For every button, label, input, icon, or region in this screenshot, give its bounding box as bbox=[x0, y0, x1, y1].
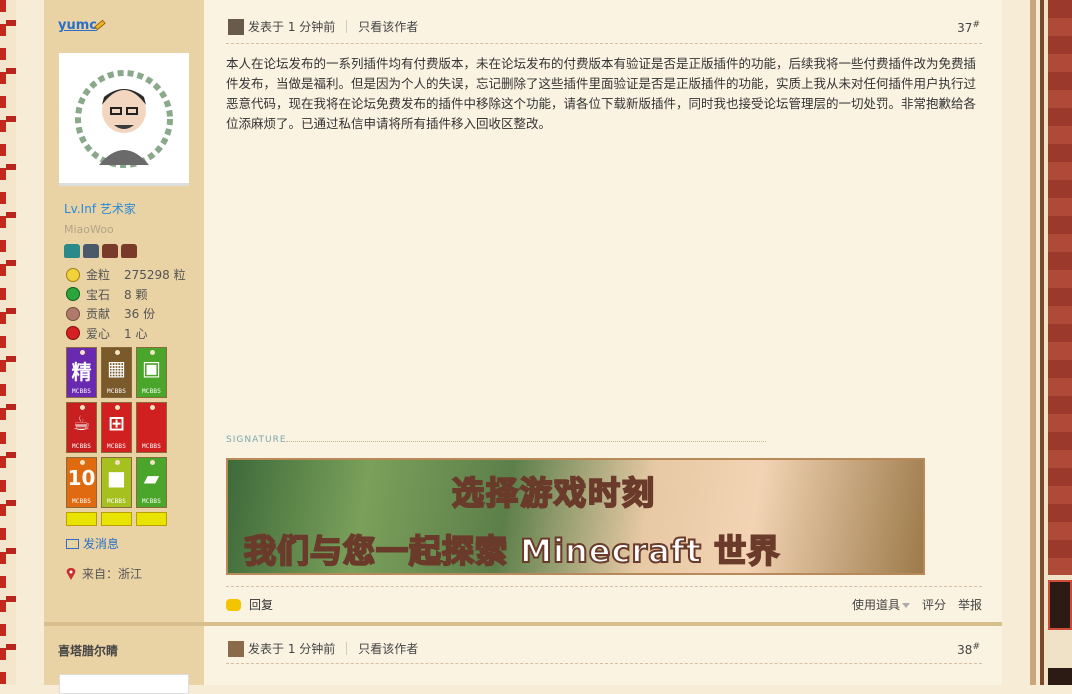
badge-item[interactable]: ▰ MCBBS bbox=[136, 457, 167, 508]
author-mini-avatar bbox=[228, 640, 244, 657]
author-avatar[interactable] bbox=[59, 53, 189, 186]
helmet-icon bbox=[121, 244, 137, 258]
post-content: 发表于 1 分钟前 只看该作者 38# bbox=[204, 626, 1002, 685]
author-username[interactable]: 喜塔腊尔睛 bbox=[58, 642, 118, 659]
helmet-icon bbox=[102, 244, 118, 258]
report-button[interactable]: 举报 bbox=[958, 596, 982, 613]
post-37: yumc Lv.Inf 艺术家 MiaoWoo 金粒 275298 粒 宝石 8… bbox=[44, 0, 1002, 622]
badge-item[interactable]: ■ MCBBS bbox=[101, 457, 132, 508]
reply-button[interactable]: 回复 bbox=[249, 596, 273, 613]
floor-number[interactable]: 37# bbox=[957, 20, 980, 35]
post-time: 发表于 1 分钟前 bbox=[248, 642, 336, 656]
post-38: 喜塔腊尔睛 发表于 1 分钟前 只看该作者 38# bbox=[44, 622, 1002, 694]
divider bbox=[226, 663, 982, 664]
badge-item[interactable]: 精 MCBBS bbox=[66, 347, 97, 398]
divider bbox=[226, 43, 982, 44]
medal-row bbox=[64, 244, 137, 258]
author-location: 来自： 浙江 bbox=[66, 565, 142, 582]
badge-item[interactable]: ▣ MCBBS bbox=[136, 347, 167, 398]
author-username[interactable]: yumc bbox=[58, 18, 97, 33]
author-stats: 金粒 275298 粒 宝石 8 颗 贡献 36 份 爱心 1 心 bbox=[66, 265, 186, 343]
only-author-link[interactable]: 只看该作者 bbox=[358, 18, 418, 35]
stat-heart: 爱心 1 心 bbox=[66, 324, 186, 344]
author-mini-avatar bbox=[228, 18, 244, 35]
badge-row-partial bbox=[66, 512, 167, 526]
apple-icon bbox=[66, 326, 80, 341]
only-author-link[interactable]: 只看该作者 bbox=[358, 640, 418, 657]
contribution-icon bbox=[66, 306, 80, 321]
badge-item[interactable]: ☕ MCBBS bbox=[66, 402, 97, 453]
signature-label: SIGNATURE bbox=[226, 435, 287, 445]
badge-item[interactable]: 10 MCBBS bbox=[66, 457, 97, 508]
gem-icon bbox=[66, 287, 80, 302]
stat-gem: 宝石 8 颗 bbox=[66, 285, 186, 305]
post-actions: 回复 使用道具 评分 举报 bbox=[226, 596, 982, 613]
badge-item[interactable]: ⊞ MCBBS bbox=[101, 402, 132, 453]
rate-button[interactable]: 评分 bbox=[922, 596, 946, 613]
author-sidebar: yumc Lv.Inf 艺术家 MiaoWoo 金粒 275298 粒 宝石 8… bbox=[44, 0, 204, 622]
gold-nugget-icon bbox=[66, 267, 80, 282]
pencil-icon bbox=[94, 19, 106, 31]
badge-item[interactable]: ▦ MCBBS bbox=[101, 347, 132, 398]
send-message-link[interactable]: 发消息 bbox=[66, 535, 119, 552]
post-time: 发表于 1 分钟前 bbox=[248, 20, 336, 34]
helmet-icon bbox=[83, 244, 99, 258]
badge-grid: 精 MCBBS ▦ MCBBS ▣ MCBBS ☕ MCBBS ⊞ MCBBS MCBBS… bbox=[66, 347, 167, 508]
author-avatar[interactable] bbox=[59, 674, 189, 694]
post-body: 本人在论坛发布的一系列插件均有付费版本，未在论坛发布的付费版本有验证是否是正版插… bbox=[226, 56, 977, 131]
floor-number[interactable]: 38# bbox=[957, 642, 980, 657]
envelope-icon bbox=[66, 538, 79, 549]
helmet-icon bbox=[64, 244, 80, 258]
right-decorative-border bbox=[1030, 0, 1072, 685]
post-content: 发表于 1 分钟前 只看该作者 37# 本人在论坛发布的一系列插件均有付费版本，… bbox=[204, 0, 1002, 622]
signature-banner[interactable]: 选择游戏时刻 我们与您一起探索 Minecraft 世界 bbox=[226, 458, 925, 575]
location-pin-icon bbox=[66, 567, 76, 580]
banner-line-2: 我们与您一起探索 Minecraft 世界 bbox=[243, 531, 781, 571]
banner-line-1: 选择游戏时刻 bbox=[451, 473, 657, 513]
chevron-down-icon bbox=[901, 603, 910, 608]
author-custom-title: MiaoWoo bbox=[64, 223, 114, 236]
left-decorative-border bbox=[0, 0, 16, 685]
badge-item[interactable]: MCBBS bbox=[136, 402, 167, 453]
divider bbox=[226, 586, 982, 587]
reply-icon bbox=[226, 598, 241, 611]
use-tool-menu[interactable]: 使用道具 bbox=[840, 596, 910, 613]
post-meta: 发表于 1 分钟前 只看该作者 bbox=[228, 640, 418, 657]
stat-contribution: 贡献 36 份 bbox=[66, 304, 186, 324]
author-sidebar: 喜塔腊尔睛 bbox=[44, 626, 204, 694]
signature-divider bbox=[286, 441, 766, 442]
author-level[interactable]: Lv.Inf 艺术家 bbox=[64, 200, 136, 217]
post-meta: 发表于 1 分钟前 只看该作者 bbox=[228, 18, 418, 35]
stat-gold: 金粒 275298 粒 bbox=[66, 265, 186, 285]
